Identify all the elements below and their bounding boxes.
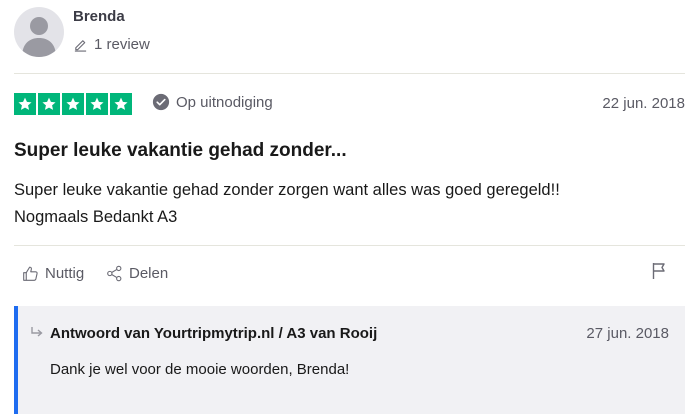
flag-icon (652, 263, 665, 279)
star-icon (110, 93, 132, 115)
share-icon (107, 265, 122, 282)
reviewer-name[interactable]: Brenda (73, 8, 125, 25)
review-count: 1 review (73, 36, 150, 53)
share-label: Delen (129, 265, 169, 282)
reply-arrow-icon (31, 327, 43, 337)
thumbs-up-icon (23, 266, 38, 281)
reply-text: Dank je wel voor de mooie woorden, Brend… (50, 361, 350, 378)
useful-button[interactable]: Nuttig (22, 265, 84, 282)
review-count-label: 1 review (94, 36, 150, 53)
star-rating (14, 93, 132, 115)
reply-date: 27 jun. 2018 (586, 325, 669, 342)
body-divider (14, 245, 685, 246)
avatar[interactable] (14, 7, 64, 57)
star-icon (86, 93, 108, 115)
useful-label: Nuttig (45, 265, 85, 282)
verification-badge[interactable]: Op uitnodiging (152, 93, 273, 111)
review-body-line: Nogmaals Bedankt A3 (14, 208, 178, 226)
review-body-line: Super leuke vakantie gehad zonder zorgen… (14, 181, 560, 199)
star-icon (38, 93, 60, 115)
review-title[interactable]: Super leuke vakantie gehad zonder... (14, 140, 347, 162)
review-date: 22 jun. 2018 (602, 95, 685, 112)
review-body: Super leuke vakantie gehad zonder zorgen… (14, 177, 684, 231)
header-divider (14, 73, 685, 74)
pencil-icon (74, 40, 87, 52)
verification-label: Op uitnodiging (176, 93, 273, 111)
star-icon (14, 93, 36, 115)
star-icon (62, 93, 84, 115)
report-flag-button[interactable] (651, 262, 667, 285)
company-reply: Antwoord van Yourtripmytrip.nl / A3 van … (14, 306, 685, 414)
check-circle-icon (152, 93, 170, 111)
share-button[interactable]: Delen (106, 265, 168, 282)
reply-title: Antwoord van Yourtripmytrip.nl / A3 van … (50, 325, 378, 342)
person-silhouette-icon (22, 17, 56, 57)
review-card: Brenda 1 review Op uitnodiging 22 jun. 2… (0, 0, 699, 414)
